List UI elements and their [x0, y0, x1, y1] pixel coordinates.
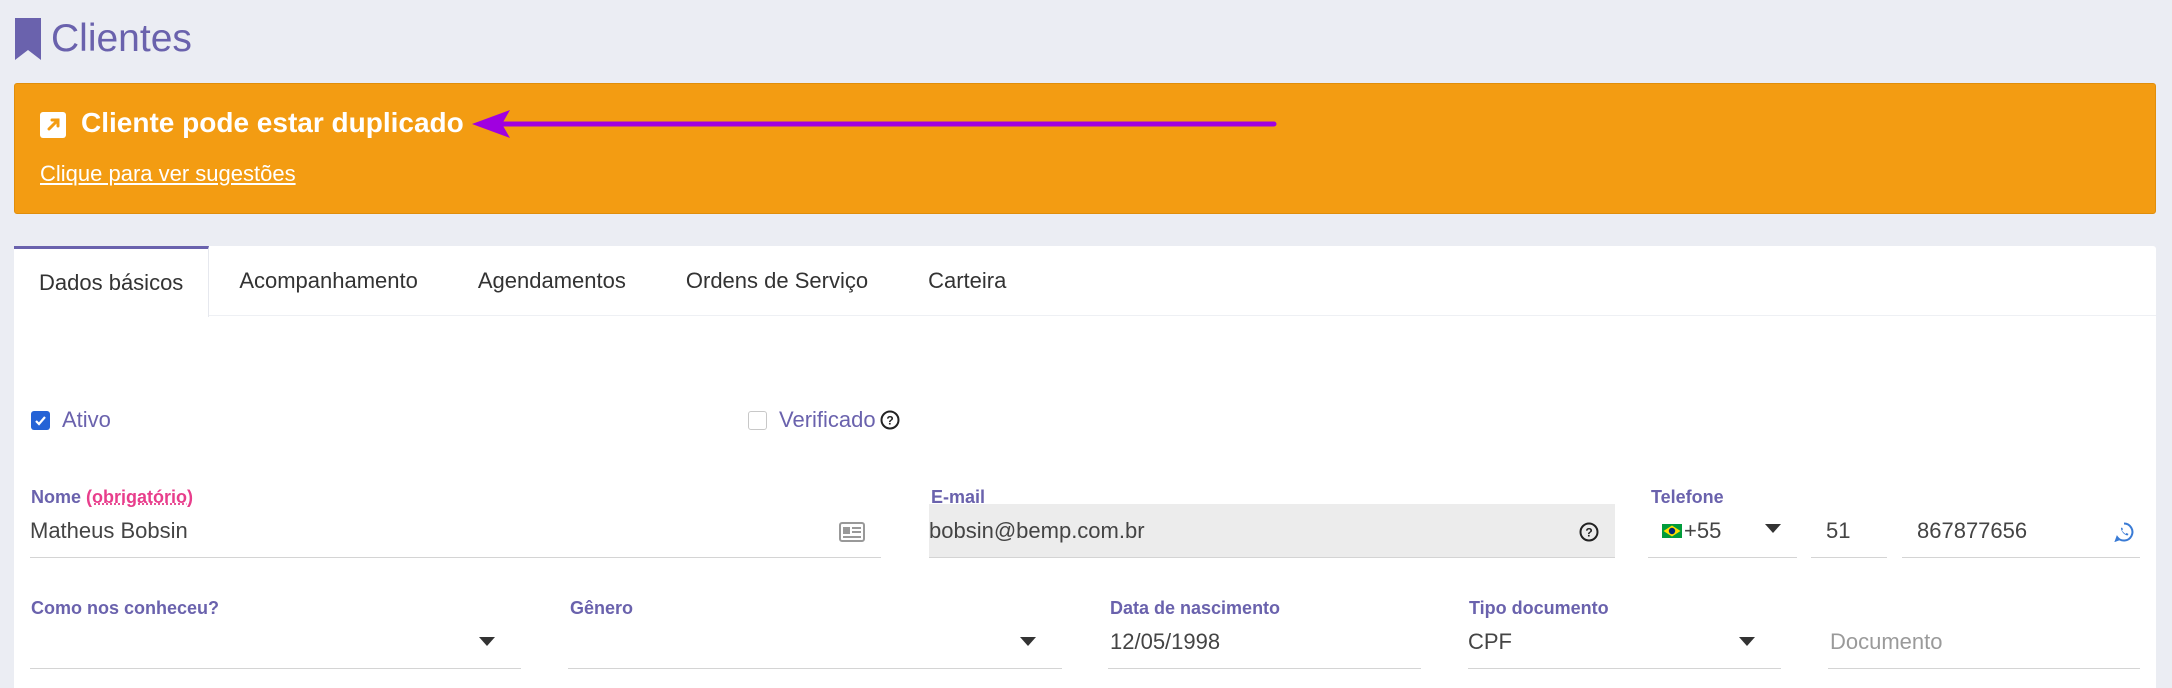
ativo-checkbox[interactable]: [31, 411, 50, 430]
email-input: bobsin@bemp.com.br ?: [929, 504, 1615, 558]
alert-title: Cliente pode estar duplicado: [81, 107, 464, 139]
id-card-icon[interactable]: [839, 522, 865, 542]
email-value: bobsin@bemp.com.br: [929, 518, 1145, 544]
tab-agendamentos[interactable]: Agendamentos: [448, 246, 656, 316]
ativo-label: Ativo: [62, 407, 111, 433]
verificado-checkbox-row[interactable]: Verificado ?: [748, 407, 900, 433]
nome-value: Matheus Bobsin: [30, 518, 188, 544]
external-link-icon: [40, 112, 66, 138]
bookmark-icon: [13, 18, 43, 60]
country-code-value: +55: [1684, 518, 1721, 544]
chevron-down-icon: [1020, 637, 1036, 646]
check-icon: [34, 414, 47, 427]
page-header: Clientes: [13, 14, 192, 64]
arrow-left-icon: [470, 106, 1280, 142]
nascimento-value: 12/05/1998: [1110, 629, 1220, 655]
help-icon[interactable]: ?: [1579, 522, 1599, 542]
brazil-flag-icon: [1662, 524, 1682, 538]
whatsapp-icon[interactable]: [2114, 522, 2134, 542]
tab-bar: Dados básicos Acompanhamento Agendamento…: [14, 246, 2156, 316]
tab-dados-basicos[interactable]: Dados básicos: [14, 246, 209, 317]
documento-input[interactable]: Documento: [1828, 615, 2140, 669]
tab-ordens-de-servico[interactable]: Ordens de Serviço: [656, 246, 898, 316]
page-title: Clientes: [51, 17, 192, 61]
tipo-documento-select[interactable]: CPF: [1468, 615, 1781, 669]
client-form-card: Dados básicos Acompanhamento Agendamento…: [14, 246, 2156, 688]
nome-input[interactable]: Matheus Bobsin: [30, 504, 881, 558]
chevron-down-icon: [479, 637, 495, 646]
documento-placeholder: Documento: [1830, 629, 1943, 655]
ativo-checkbox-row[interactable]: Ativo: [31, 407, 111, 433]
area-code-input[interactable]: 51: [1811, 504, 1887, 558]
duplicate-alert: Cliente pode estar duplicado Clique para…: [14, 83, 2156, 214]
help-icon[interactable]: ?: [880, 410, 900, 430]
tab-carteira[interactable]: Carteira: [898, 246, 1036, 316]
nascimento-input[interactable]: 12/05/1998: [1108, 615, 1421, 669]
svg-text:?: ?: [886, 414, 893, 428]
phone-number-value: 867877656: [1917, 518, 2027, 544]
phone-number-input[interactable]: 867877656: [1902, 504, 2140, 558]
view-suggestions-link[interactable]: Clique para ver sugestões: [40, 161, 296, 187]
chevron-down-icon: [1739, 637, 1755, 646]
verificado-label: Verificado: [779, 407, 876, 433]
chevron-down-icon: [1765, 524, 1781, 533]
area-code-value: 51: [1826, 518, 1850, 544]
country-code-select[interactable]: +55: [1648, 504, 1797, 558]
svg-text:?: ?: [1585, 526, 1592, 540]
como-conheceu-select[interactable]: [30, 615, 521, 669]
verificado-checkbox[interactable]: [748, 411, 767, 430]
tab-acompanhamento[interactable]: Acompanhamento: [209, 246, 448, 316]
tipo-documento-value: CPF: [1468, 629, 1512, 655]
genero-select[interactable]: [568, 615, 1062, 669]
